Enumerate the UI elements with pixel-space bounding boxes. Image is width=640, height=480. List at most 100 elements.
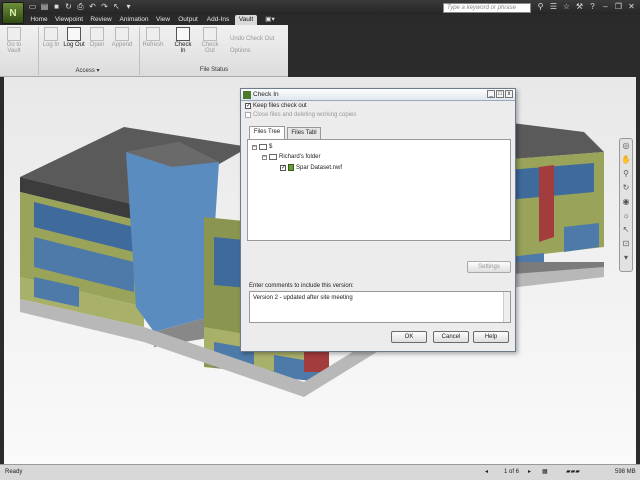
open-file-icon xyxy=(90,27,104,41)
cancel-button[interactable]: Cancel xyxy=(433,331,469,343)
zoom-icon[interactable]: ⚲ xyxy=(620,167,632,181)
minimize-icon[interactable]: – xyxy=(601,2,610,12)
help-icon[interactable]: ? xyxy=(588,2,597,12)
tree-node-file[interactable]: ✓ Spar Dataset.nwf xyxy=(280,164,342,171)
search-input[interactable]: Type a keyword or phrase xyxy=(443,3,531,13)
dropdown-icon[interactable]: ▾ xyxy=(124,2,133,11)
close-files-option[interactable]: Close files and deleting working copies xyxy=(245,112,356,118)
check-out-button[interactable]: Check Out xyxy=(199,27,221,54)
tree-node-folder[interactable]: – Richard's folder xyxy=(262,154,321,160)
print-icon[interactable]: ⎙ xyxy=(76,2,85,11)
status-bar: Ready ◂ 1 of 6 ▸ ▦ ▰▰▰ 598 MB xyxy=(0,464,640,480)
orbit-icon[interactable]: ↻ xyxy=(620,181,632,195)
log-in-button[interactable]: Log In xyxy=(40,27,62,48)
separator xyxy=(139,27,140,75)
minimize-icon[interactable]: _ xyxy=(487,90,495,98)
comment-label: Enter comments to include this version: xyxy=(249,283,354,289)
restore-icon[interactable]: ❐ xyxy=(614,2,623,12)
collapse-icon[interactable]: – xyxy=(262,154,267,160)
select-icon[interactable]: ↖ xyxy=(112,2,121,11)
title-bar: N ▭ ▤ ■ ↻ ⎙ ↶ ↷ ↖ ▾ Type a keyword or ph… xyxy=(0,0,640,24)
comment-scrollbar[interactable] xyxy=(503,292,510,322)
more-icon[interactable]: ▾ xyxy=(620,251,632,265)
collapse-icon[interactable]: – xyxy=(252,144,257,150)
file-status-group-label: File Status xyxy=(199,67,229,73)
search-icon[interactable]: ⚲ xyxy=(536,2,545,12)
keep-checked-out-checkbox[interactable]: ✓ xyxy=(245,103,251,109)
prev-sheet-icon[interactable]: ◂ xyxy=(485,465,488,479)
keep-checked-out-option[interactable]: ✓ Keep files check out xyxy=(245,103,307,109)
communication-icon[interactable]: ☰ xyxy=(549,2,558,12)
access-group-label[interactable]: Access ▾ xyxy=(40,67,135,74)
tools-icon[interactable]: ⚒ xyxy=(575,2,584,12)
next-sheet-icon[interactable]: ▸ xyxy=(528,465,531,479)
sheet-browser-icon[interactable]: ▦ xyxy=(542,465,548,479)
undo-check-out-button[interactable]: Undo Check Out xyxy=(230,36,274,42)
check-in-button[interactable]: Check In xyxy=(172,27,194,54)
log-out-icon xyxy=(67,27,81,41)
tab-vault[interactable]: Vault xyxy=(235,15,257,25)
tab-files-table[interactable]: Files Tabl xyxy=(287,127,321,139)
files-tree: – $ – Richard's folder ✓ Spar Dataset.nw… xyxy=(247,139,511,241)
panel-toggle-icon[interactable]: ▣▾ xyxy=(262,15,278,25)
tab-viewpoint[interactable]: Viewpoint xyxy=(53,15,85,25)
ribbon-empty-area xyxy=(288,25,640,77)
vault-icon xyxy=(7,27,21,41)
close-files-checkbox[interactable] xyxy=(245,112,251,118)
log-out-button[interactable]: Log Out xyxy=(63,27,85,48)
options-button[interactable]: Options xyxy=(230,48,251,54)
ribbon-tabs: Home Viewpoint Review Animation View Out… xyxy=(0,14,640,25)
append-button[interactable]: Append xyxy=(111,27,133,48)
tab-home[interactable]: Home xyxy=(28,15,50,25)
refresh-button[interactable]: Refresh xyxy=(142,27,164,48)
file-checkbox[interactable]: ✓ xyxy=(280,164,286,171)
ok-button[interactable]: OK xyxy=(391,331,427,343)
tab-view[interactable]: View xyxy=(154,15,172,25)
select-icon[interactable]: ↖ xyxy=(620,223,632,237)
application-menu-button[interactable]: N xyxy=(2,2,24,24)
sheet-counter: 1 of 6 xyxy=(504,469,520,475)
redo-icon[interactable]: ↷ xyxy=(100,2,109,11)
close-icon[interactable]: ✕ xyxy=(627,2,636,12)
refresh-icon xyxy=(146,27,160,41)
close-icon[interactable]: x xyxy=(505,90,513,98)
new-icon[interactable]: ▭ xyxy=(28,2,37,11)
tab-output[interactable]: Output xyxy=(176,15,200,25)
pan-icon[interactable]: ✋ xyxy=(620,153,632,167)
memory-usage: 598 MB xyxy=(615,469,636,475)
nwf-file-icon xyxy=(288,164,294,171)
settings-button[interactable]: Settings xyxy=(467,261,511,273)
open-button[interactable]: Open xyxy=(86,27,108,48)
append-icon xyxy=(115,27,129,41)
dialog-title-bar[interactable]: Check In _ □ x xyxy=(241,89,515,101)
go-to-vault-button[interactable]: Go to Vault xyxy=(3,27,25,54)
navigation-bar: ◎ ✋ ⚲ ↻ ◉ ☼ ↖ ⊡ ▾ xyxy=(619,138,633,272)
steering-wheel-icon[interactable]: ◎ xyxy=(620,139,632,153)
help-button[interactable]: Help xyxy=(473,331,509,343)
maximize-icon[interactable]: □ xyxy=(496,90,504,98)
save-icon[interactable]: ■ xyxy=(52,2,61,11)
tab-add-ins[interactable]: Add-Ins xyxy=(204,15,232,25)
ribbon-panel: Go to Vault Log In Log Out Open Append A… xyxy=(0,25,288,77)
separator xyxy=(38,27,39,75)
tab-files-tree[interactable]: Files Tree xyxy=(249,126,285,140)
check-in-icon xyxy=(176,27,190,41)
open-icon[interactable]: ▤ xyxy=(40,2,49,11)
comment-textarea[interactable]: Version 2 - updated after site meeting xyxy=(249,291,511,323)
fit-icon[interactable]: ⊡ xyxy=(620,237,632,251)
look-icon[interactable]: ◉ xyxy=(620,195,632,209)
vault-icon xyxy=(243,91,251,99)
folder-icon xyxy=(269,154,277,160)
walk-icon[interactable]: ☼ xyxy=(620,209,632,223)
log-in-icon xyxy=(44,27,58,41)
performance-icon: ▰▰▰ xyxy=(566,469,580,475)
check-out-icon xyxy=(203,27,217,41)
star-icon[interactable]: ☆ xyxy=(562,2,571,12)
quick-access-toolbar: ▭ ▤ ■ ↻ ⎙ ↶ ↷ ↖ ▾ xyxy=(28,2,133,11)
undo-icon[interactable]: ↶ xyxy=(88,2,97,11)
tab-animation[interactable]: Animation xyxy=(117,15,151,25)
tree-node-root[interactable]: – $ xyxy=(252,144,272,150)
status-text: Ready xyxy=(5,469,23,475)
refresh-icon[interactable]: ↻ xyxy=(64,2,73,11)
tab-review[interactable]: Review xyxy=(89,15,113,25)
